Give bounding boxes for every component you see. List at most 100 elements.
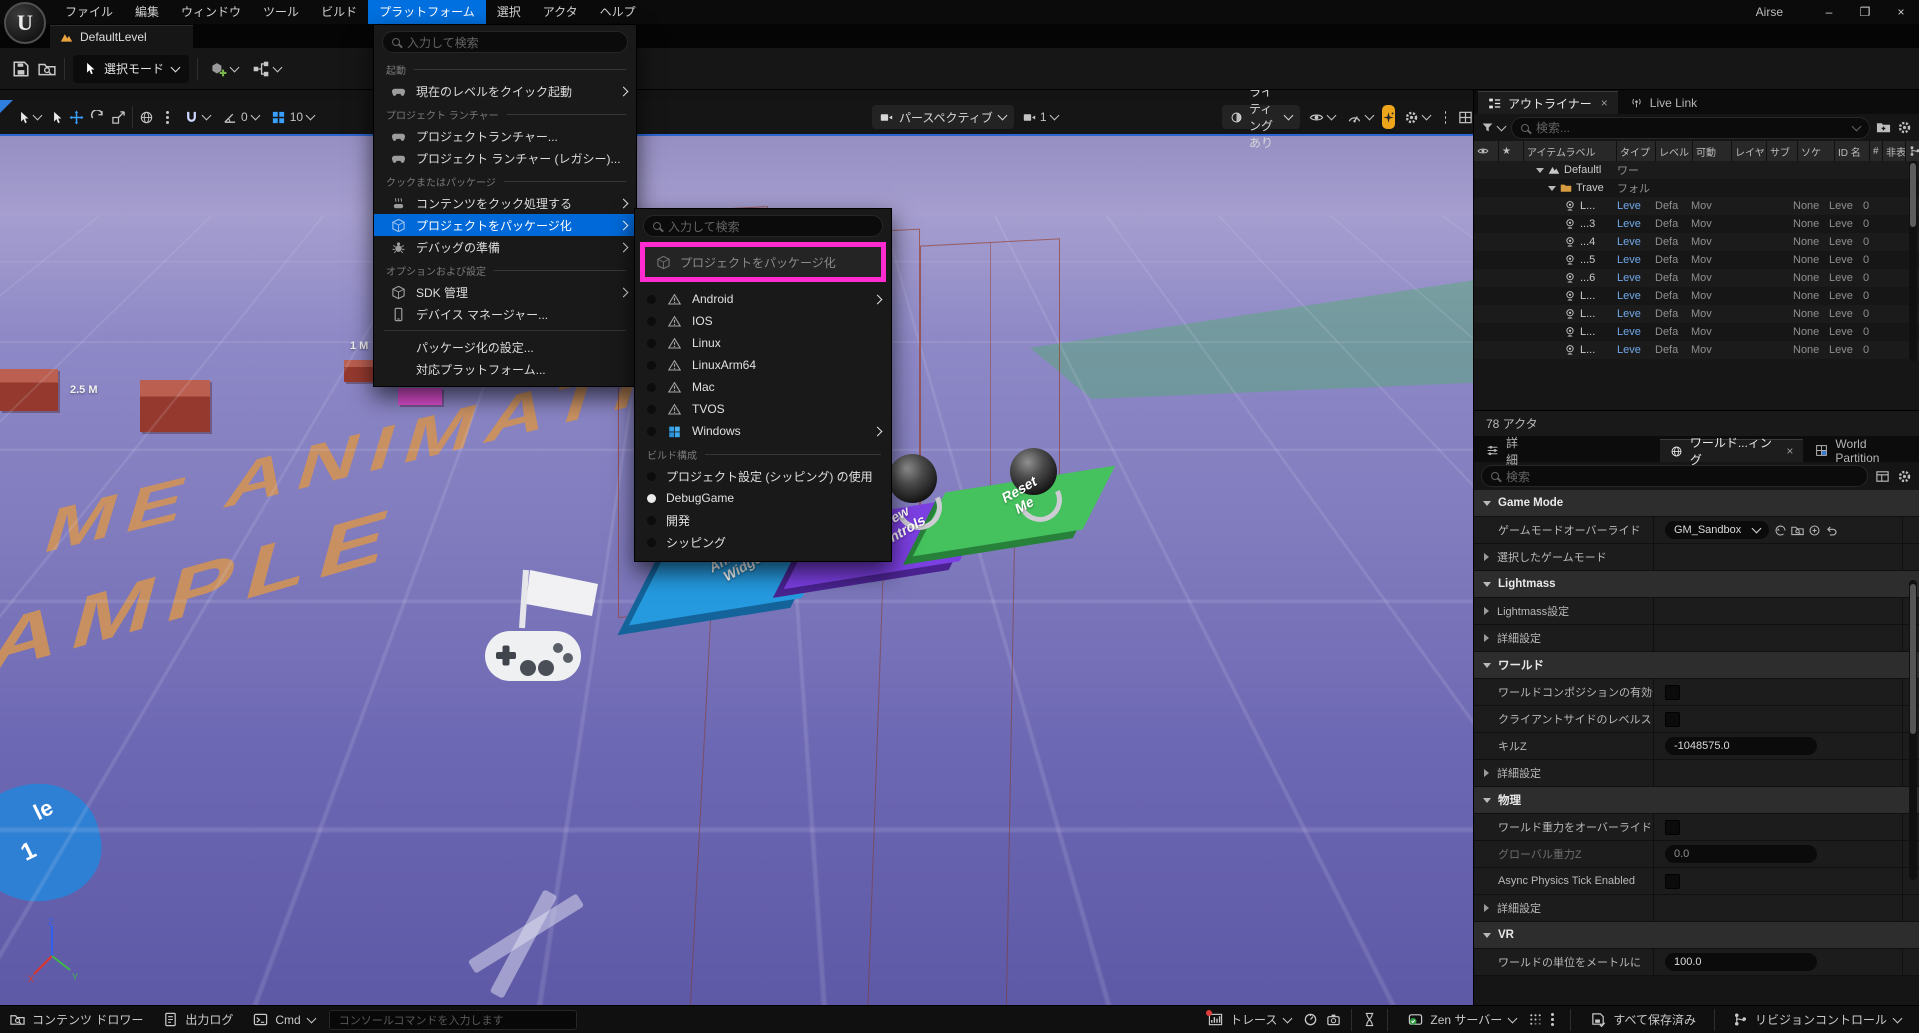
outliner-row-actor[interactable]: L...LeveDefaMovNoneLeve0 (1474, 197, 1919, 215)
more-options-icon[interactable] (1445, 116, 1446, 119)
outliner-row-world[interactable]: Defaultl ワー (1474, 161, 1919, 179)
submenu-item-shipping[interactable]: シッピング (635, 531, 891, 553)
gear-icon[interactable] (1897, 120, 1912, 135)
unreal-logo[interactable]: U (4, 2, 46, 44)
rotate-tool-icon[interactable] (90, 110, 105, 125)
menu-item-quick-launch[interactable]: 現在のレベルをクイック起動 (374, 80, 636, 102)
minimize-button[interactable]: – (1811, 5, 1847, 19)
perspective-dropdown[interactable]: パースペクティブ (872, 105, 1014, 129)
column-count[interactable]: # (1870, 141, 1882, 161)
submenu-item-linux[interactable]: Linux (635, 332, 891, 354)
outliner-row-actor[interactable]: L...LeveDefaMovNoneLeve0 (1474, 287, 1919, 305)
gauge-icon[interactable] (1303, 1012, 1318, 1027)
menu-item-project-launcher-legacy[interactable]: プロジェクト ランチャー (レガシー)... (374, 147, 636, 169)
tab-world-partition[interactable]: World Partition (1805, 439, 1919, 462)
column-mobility[interactable]: 可動 (1693, 141, 1731, 161)
exposure-button[interactable] (1344, 110, 1376, 125)
expand-arrow-icon[interactable] (1536, 168, 1544, 173)
submenu-item-ios[interactable]: IOS (635, 310, 891, 332)
checkbox[interactable] (1665, 820, 1680, 835)
menu-item-packaging-settings[interactable]: パッケージ化の設定... (374, 336, 636, 358)
camera-count-button[interactable]: 1 (1020, 110, 1061, 124)
column-layer[interactable]: レイヤ (1732, 141, 1766, 161)
outliner-row-actor[interactable]: ...5LeveDefaMovNoneLeve0 (1474, 251, 1919, 269)
maximize-button[interactable]: ❐ (1847, 5, 1883, 19)
kill-z-input[interactable]: -1048575.0 (1665, 737, 1817, 755)
column-type[interactable]: タイプ (1617, 141, 1655, 161)
outliner-row-actor[interactable]: ...4LeveDefaMovNoneLeve0 (1474, 233, 1919, 251)
global-gravity-input[interactable]: 0.0 (1665, 845, 1817, 863)
menu-edit[interactable]: 編集 (124, 0, 170, 24)
menu-file[interactable]: ファイル (54, 0, 124, 24)
scale-tool-icon[interactable] (111, 110, 126, 125)
menu-search-input[interactable]: 入力して検索 (382, 31, 628, 53)
close-button[interactable]: × (1883, 5, 1919, 19)
column-level[interactable]: レベル (1656, 141, 1692, 161)
content-browser-icon[interactable] (38, 60, 56, 78)
surface-snap-button[interactable] (181, 110, 213, 125)
column-socket[interactable]: ソケ (1798, 141, 1834, 161)
quad-view-icon[interactable] (1458, 110, 1473, 125)
blueprints-button[interactable] (249, 60, 284, 78)
menu-tools[interactable]: ツール (252, 0, 310, 24)
pink-measure-box[interactable] (398, 388, 442, 405)
outliner-row-actor[interactable]: ...6LeveDefaMovNoneLeve0 (1474, 269, 1919, 287)
menu-item-device-manager[interactable]: デバイス マネージャー... (374, 303, 636, 325)
property-row-advanced[interactable]: 詳細設定 (1474, 895, 1919, 922)
insights-grid-icon[interactable] (1528, 1012, 1543, 1027)
category-physics[interactable]: 物理 (1474, 787, 1919, 814)
column-visibility[interactable] (1474, 141, 1498, 161)
submenu-item-linuxarm64[interactable]: LinuxArm64 (635, 354, 891, 376)
submenu-item-android[interactable]: Android (635, 288, 891, 310)
submenu-item-debuggame[interactable]: DebugGame (635, 487, 891, 509)
menu-select[interactable]: 選択 (486, 0, 532, 24)
column-item-label[interactable]: アイテムラベル (1524, 141, 1616, 161)
menu-platforms[interactable]: プラットフォーム (368, 0, 486, 24)
menu-item-package-project[interactable]: プロジェクトをパッケージ化 (374, 214, 636, 236)
view-mode-dropdown[interactable]: ライティングあり (1222, 105, 1300, 129)
add-new-icon[interactable] (1808, 524, 1821, 537)
measure-box[interactable] (0, 369, 58, 411)
measure-box[interactable] (140, 380, 210, 432)
menu-item-supported-platforms[interactable]: 対応プラットフォーム... (374, 358, 636, 380)
add-folder-icon[interactable] (1876, 120, 1891, 135)
gamemode-dropdown[interactable]: GM_Sandbox (1665, 521, 1769, 539)
show-flags-button[interactable] (1306, 110, 1338, 125)
menu-actor[interactable]: アクタ (532, 0, 589, 24)
submenu-header-package-project[interactable]: プロジェクトをパッケージ化 (645, 247, 881, 277)
revision-control-dropdown[interactable]: リビジョンコントロール (1723, 1006, 1911, 1033)
menu-item-prepare-debug[interactable]: デバッグの準備 (374, 236, 636, 258)
outliner-row-actor[interactable]: ...3LeveDefaMovNoneLeve0 (1474, 215, 1919, 233)
category-game-mode[interactable]: Game Mode (1474, 490, 1919, 517)
filter-button[interactable] (1481, 121, 1505, 134)
viewport-select-dropdown[interactable] (14, 111, 44, 124)
zen-server-dropdown[interactable]: Zen サーバー (1398, 1006, 1526, 1033)
column-hidden[interactable]: 非表 (1883, 141, 1905, 161)
submenu-item-use-project-setting[interactable]: プロジェクト設定 (シッピング) の使用 (635, 465, 891, 487)
browse-icon[interactable] (1791, 524, 1804, 537)
details-scrollbar[interactable] (1909, 580, 1917, 880)
rotation-snap-button[interactable]: 0 (219, 110, 262, 125)
menu-item-sdk-management[interactable]: SDK 管理 (374, 281, 636, 303)
viewport-settings-button[interactable] (1401, 110, 1433, 125)
level-tab[interactable]: DefaultLevel (50, 25, 193, 48)
column-id-name[interactable]: ID 名 (1835, 141, 1869, 161)
details-search-input[interactable]: 検索 (1481, 465, 1868, 487)
save-icon[interactable] (12, 60, 30, 78)
move-tool-icon[interactable] (69, 110, 84, 125)
property-row-lightmass-settings[interactable]: Lightmass設定 (1474, 598, 1919, 625)
category-world[interactable]: ワールド (1474, 652, 1919, 679)
output-log-button[interactable]: 出力ログ (153, 1006, 243, 1033)
world-space-icon[interactable] (139, 110, 154, 125)
submenu-search-input[interactable]: 入力して検索 (643, 215, 883, 237)
use-selected-icon[interactable] (1774, 524, 1787, 537)
outliner-row-actor[interactable]: L...LeveDefaMovNoneLeve0 (1474, 323, 1919, 341)
select-tool-icon[interactable] (50, 111, 63, 124)
outliner-row-folder[interactable]: Trave フォル (1474, 179, 1919, 197)
select-mode-dropdown[interactable]: 選択モード (73, 55, 189, 83)
table-grid-icon[interactable] (1875, 469, 1890, 484)
property-row-selected-gamemode[interactable]: 選択したゲームモード (1474, 544, 1919, 571)
outliner-row-actor[interactable]: L...LeveDefaMovNoneLeve0 (1474, 341, 1919, 359)
column-sub[interactable]: サブ (1767, 141, 1797, 161)
menu-item-cook-content[interactable]: コンテンツをクック処理する (374, 192, 636, 214)
